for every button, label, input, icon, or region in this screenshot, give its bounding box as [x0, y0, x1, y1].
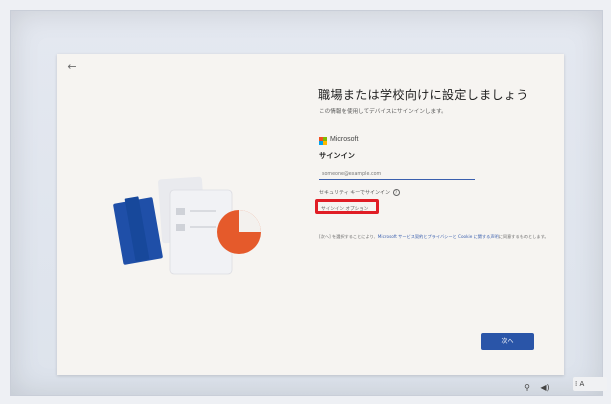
page-title: 職場または学校向けに設定しましょう [318, 88, 529, 102]
consent-prefix: [次へ] を選択することにより、 [319, 234, 378, 239]
oobe-setup-panel: ← 職場または学校向けに設定しましょう この情報を使用してデバイスにサインインし… [57, 54, 564, 375]
page-subtitle: この情報を使用してデバイスにサインインします。 [319, 109, 447, 115]
monitor-screen: ← 職場または学校向けに設定しましょう この情報を使用してデバイスにサインインし… [10, 10, 603, 396]
microsoft-logo: Microsoft [319, 136, 409, 148]
signin-heading: サインイン [319, 151, 355, 160]
next-button[interactable]: 次へ [481, 333, 534, 350]
privacy-statement-link[interactable]: Microsoft サービス契約とプライバシーと Cookie に関する声明 [378, 234, 499, 239]
highlight-annotation [315, 199, 379, 214]
accessibility-icon[interactable]: ⚲ [522, 383, 532, 393]
ime-label: A [579, 380, 585, 388]
microsoft-wordmark: Microsoft [330, 136, 359, 143]
microsoft-logo-icon [319, 137, 327, 145]
ime-bar-icon: ⁞ [575, 380, 578, 388]
consent-suffix: に同意するものとします。 [498, 234, 549, 239]
security-key-label[interactable]: セキュリティ キーでサインイン [319, 190, 390, 196]
back-arrow-icon[interactable]: ← [65, 60, 79, 74]
help-icon[interactable]: ? [392, 189, 400, 196]
ime-indicator[interactable]: ⁞ A [573, 377, 607, 391]
email-input[interactable]: someone@example.com [319, 169, 475, 180]
devices-illustration [113, 176, 261, 275]
security-key-link[interactable]: セキュリティ キーでサインイン ? [319, 189, 400, 196]
volume-icon[interactable]: ◀) [539, 383, 551, 393]
consent-text: [次へ] を選択することにより、Microsoft サービス契約とプライバシーと… [319, 234, 555, 240]
